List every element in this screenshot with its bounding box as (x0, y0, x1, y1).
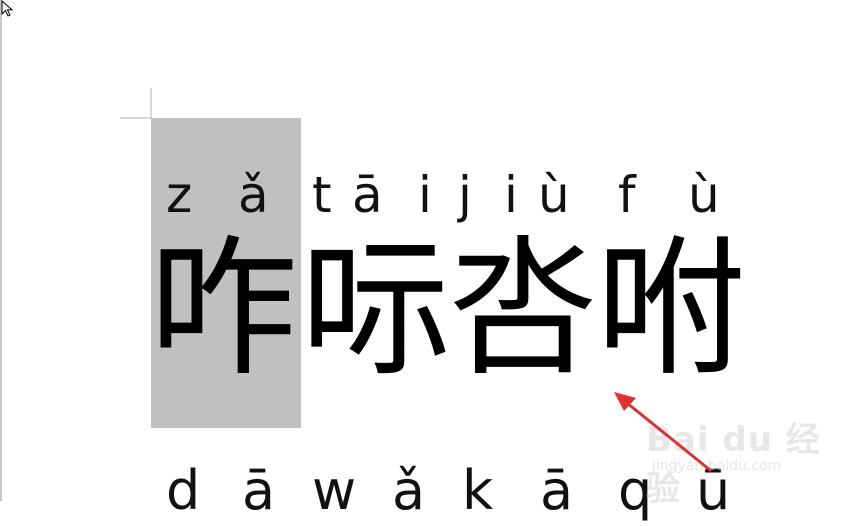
hanzi-char[interactable]: 呩 (300, 228, 450, 393)
hanzi-char-selected[interactable]: 咋 (148, 228, 298, 393)
pinyin-char[interactable]: f (618, 160, 636, 230)
red-arrow-annotation-icon (614, 392, 712, 472)
pinyin-char[interactable]: ā (540, 456, 573, 526)
pinyin-char[interactable]: ǎ (238, 160, 269, 230)
hanzi-char[interactable]: 呇 (448, 228, 598, 393)
pinyin-char[interactable]: i (418, 160, 432, 230)
pinyin-char[interactable]: z (166, 160, 192, 230)
pinyin-char[interactable]: j (458, 160, 472, 230)
document-left-border (0, 0, 2, 501)
hanzi-char[interactable]: 咐 (596, 228, 746, 393)
mouse-cursor-icon (1, 0, 14, 17)
pinyin-char[interactable]: ā (352, 160, 383, 230)
page-margin-corner-mark (120, 88, 152, 119)
pinyin-char[interactable]: d (166, 456, 200, 526)
pinyin-char[interactable]: ā (242, 456, 275, 526)
pinyin-char[interactable]: ǎ (392, 456, 425, 526)
pinyin-char[interactable]: ù (688, 160, 720, 230)
pinyin-char[interactable]: w (312, 456, 356, 526)
pinyin-char[interactable]: ù (538, 160, 570, 230)
pinyin-row-top: z ǎ t ā i j i ù f ù (152, 160, 752, 230)
pinyin-char[interactable]: i (504, 160, 518, 230)
pinyin-char[interactable]: k (462, 456, 493, 526)
hanzi-row: 咋 呩 呇 咐 (148, 228, 752, 393)
pinyin-char[interactable]: t (312, 160, 332, 230)
